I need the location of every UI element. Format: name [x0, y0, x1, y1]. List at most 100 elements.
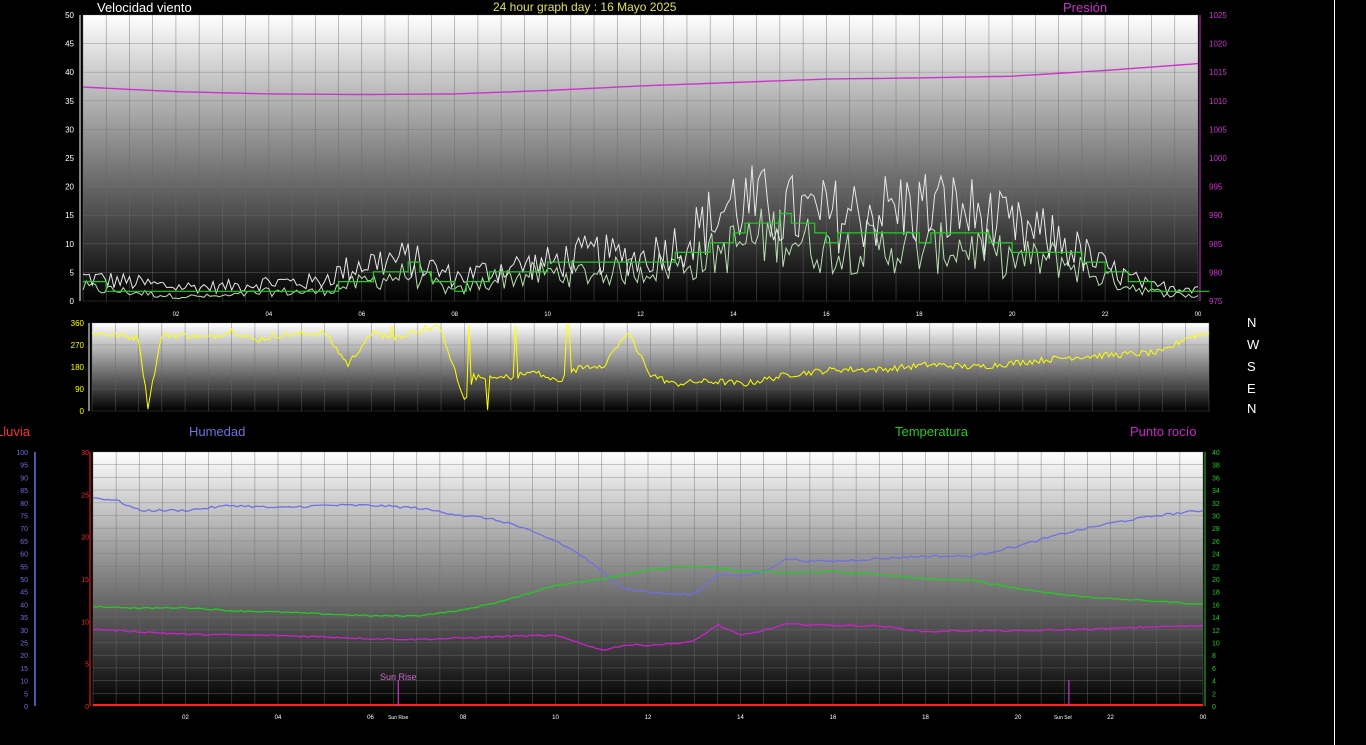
temperature-y-tick-label: 26 [1212, 539, 1220, 546]
dewpoint-title: Punto rocío [1130, 424, 1197, 439]
wind-x-tick-label: 04 [265, 312, 272, 318]
humidity-y-tick-label: 5 [24, 691, 28, 698]
temperature-y-tick-label: 12 [1212, 628, 1220, 635]
direction-y-tick-label: 180 [71, 363, 85, 372]
wind-x-tick-label: 14 [730, 312, 737, 318]
temperature-y-tick-label: 34 [1212, 488, 1220, 495]
humidity-y-tick-label: 90 [20, 475, 28, 482]
temperature-y-tick-label: 0 [1212, 704, 1216, 711]
rain-y-tick-label: 0 [85, 704, 89, 711]
humidity-y-tick-label: 50 [20, 577, 28, 584]
pressure-y-tick-label: 1010 [1209, 97, 1227, 106]
humidity-title: Humedad [189, 424, 246, 439]
climate-x-tick-label: 06 [367, 715, 374, 721]
temperature-y-tick-label: 28 [1212, 526, 1220, 533]
wind-y-tick-label: 50 [65, 11, 74, 20]
humidity-y-tick-label: 75 [20, 514, 28, 521]
pressure-y-tick-label: 1025 [1209, 11, 1227, 20]
temperature-y-tick-label: 32 [1212, 501, 1220, 508]
wind-y-tick-label: 45 [65, 40, 74, 49]
rain-y-tick-label: 5 [85, 662, 89, 669]
climate-x-tick-label: 16 [830, 715, 837, 721]
climate-x-tick-label: 02 [182, 715, 189, 721]
temperature-y-tick-label: 16 [1212, 602, 1220, 609]
climate-x-tick-label: 18 [922, 715, 929, 721]
compass-n-top: N [1247, 315, 1257, 330]
humidity-y-tick-label: 35 [20, 615, 28, 622]
humidity-y-tick-label: 40 [20, 602, 28, 609]
humidity-y-tick-label: 20 [20, 653, 28, 660]
graph-title: 24 hour graph day : 16 Mayo 2025 [493, 0, 677, 14]
pressure-y-tick-label: 995 [1209, 183, 1223, 192]
wind-x-tick-label: 16 [823, 312, 830, 318]
pressure-y-tick-label: 975 [1209, 297, 1223, 306]
compass-s: S [1247, 359, 1256, 374]
temperature-y-tick-label: 6 [1212, 666, 1216, 673]
temperature-y-tick-label: 4 [1212, 679, 1216, 686]
pressure-y-tick-label: 990 [1209, 211, 1223, 220]
rain-y-tick-label: 30 [81, 450, 89, 457]
rain-title: Lluvia [0, 424, 30, 439]
climate-x-tick-label: 08 [460, 715, 467, 721]
wind-y-tick-label: 35 [65, 97, 74, 106]
humidity-y-tick-label: 85 [20, 488, 28, 495]
temperature-y-tick-label: 30 [1212, 514, 1220, 521]
wind-x-tick-label: 02 [173, 312, 180, 318]
rain-y-tick-label: 25 [81, 492, 89, 499]
humidity-y-tick-label: 30 [20, 628, 28, 635]
wind-speed-title: Velocidad viento [97, 0, 192, 15]
pressure-title: Presión [1063, 0, 1108, 15]
humidity-y-tick-label: 65 [20, 539, 28, 546]
pressure-y-tick-label: 1000 [1209, 154, 1227, 163]
humidity-y-tick-label: 15 [20, 666, 28, 673]
wind-x-tick-label: 00 [1195, 312, 1202, 318]
temperature-title: Temperatura [895, 424, 968, 439]
direction-y-tick-label: 0 [80, 407, 85, 416]
pressure-y-tick-label: 985 [1209, 240, 1223, 249]
wind-x-tick-label: 20 [1009, 312, 1016, 318]
right-border-line [1334, 0, 1335, 745]
wind-y-tick-label: 20 [65, 183, 74, 192]
sun-rise-label: Sun Rise [380, 672, 417, 682]
wind-x-tick-label: 06 [358, 312, 365, 318]
humidity-y-tick-label: 80 [20, 501, 28, 508]
climate-x-tick-label: 00 [1200, 715, 1207, 721]
wind-y-tick-label: 15 [65, 211, 74, 220]
pressure-y-tick-label: 1005 [1209, 125, 1227, 134]
wind-y-tick-label: 25 [65, 154, 74, 163]
rain-y-tick-label: 10 [81, 619, 89, 626]
rain-y-tick-label: 20 [81, 535, 89, 542]
temperature-y-tick-label: 2 [1212, 691, 1216, 698]
temperature-y-tick-label: 18 [1212, 590, 1220, 597]
direction-y-tick-label: 270 [71, 341, 85, 350]
rain-y-tick-label: 15 [81, 577, 89, 584]
temperature-y-tick-label: 20 [1212, 577, 1220, 584]
humidity-y-tick-label: 25 [20, 641, 28, 648]
wind-y-tick-label: 10 [65, 240, 74, 249]
compass-n-bottom: N [1247, 401, 1257, 416]
wind-x-tick-label: 10 [544, 312, 551, 318]
climate-x-tick-label: 04 [275, 715, 282, 721]
humidity-y-tick-label: 100 [16, 450, 28, 457]
temperature-y-tick-label: 24 [1212, 552, 1220, 559]
climate-x-tick-label: 22 [1107, 715, 1114, 721]
wind-y-tick-label: 40 [65, 68, 74, 77]
climate-x-tick-label: 14 [737, 715, 744, 721]
sun-set-axis-label: Sun Set [1054, 715, 1072, 721]
wind-x-tick-label: 12 [637, 312, 644, 318]
compass-e: E [1247, 381, 1256, 396]
wind-x-tick-label: 22 [1102, 312, 1109, 318]
pressure-y-tick-label: 980 [1209, 268, 1223, 277]
wind-y-tick-label: 0 [70, 297, 75, 306]
climate-x-tick-label: 20 [1015, 715, 1022, 721]
humidity-y-tick-label: 60 [20, 552, 28, 559]
weather-graphs: 0510152025303540455097598098599099510001… [16, 11, 1227, 721]
wind-y-tick-label: 30 [65, 125, 74, 134]
pressure-y-tick-label: 1020 [1209, 40, 1227, 49]
temperature-y-tick-label: 8 [1212, 653, 1216, 660]
temperature-y-tick-label: 38 [1212, 463, 1220, 470]
direction-y-tick-label: 90 [75, 385, 84, 394]
temperature-y-tick-label: 36 [1212, 475, 1220, 482]
temperature-y-tick-label: 22 [1212, 564, 1220, 571]
humidity-y-tick-label: 70 [20, 526, 28, 533]
